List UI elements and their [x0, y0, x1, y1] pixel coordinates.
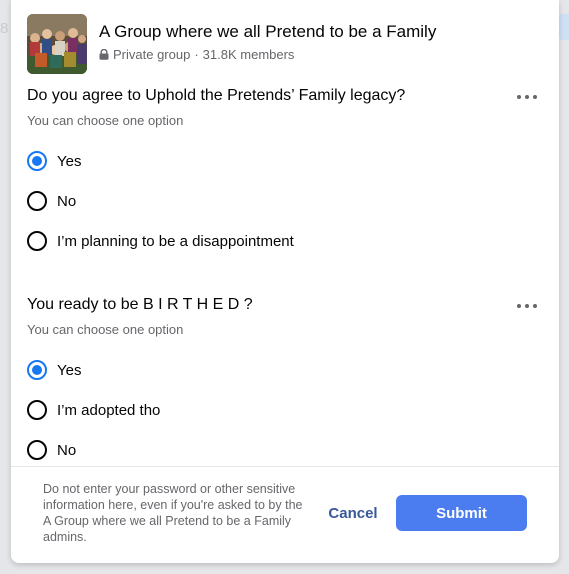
- option-label: Yes: [57, 152, 82, 170]
- option-no[interactable]: No: [27, 437, 76, 463]
- background-peek-button: [559, 14, 569, 40]
- option-label: I’m adopted tho: [57, 401, 161, 419]
- lock-icon: [99, 49, 109, 60]
- option-label: I’m planning to be a disappointment: [57, 232, 294, 250]
- option-yes[interactable]: Yes: [27, 357, 81, 383]
- meta-separator: ·: [194, 47, 199, 62]
- privacy-label: Private group: [113, 47, 191, 62]
- member-count: 31.8K members: [202, 47, 295, 62]
- group-cover-thumbnail: [27, 14, 87, 74]
- dialog-footer: Do not enter your password or other sens…: [11, 466, 559, 563]
- more-options-icon[interactable]: [517, 300, 537, 312]
- submit-button[interactable]: Submit: [396, 495, 527, 531]
- group-meta: Private group · 31.8K members: [99, 47, 294, 62]
- more-options-icon[interactable]: [517, 91, 537, 103]
- cancel-button[interactable]: Cancel: [319, 495, 387, 531]
- radio-unchecked-icon[interactable]: [27, 400, 47, 420]
- option-label: No: [57, 192, 77, 210]
- question-title: You ready to be B I R T H E D ?: [27, 296, 253, 313]
- question-title: Do you agree to Uphold the Pretends’ Fam…: [27, 87, 406, 104]
- option-label: Yes: [57, 361, 82, 379]
- question-subtitle: You can choose one option: [27, 113, 184, 128]
- radio-checked-icon[interactable]: [27, 360, 47, 380]
- option-disappointment[interactable]: I’m planning to be a disappointment: [27, 228, 294, 254]
- option-label: No: [57, 441, 77, 459]
- option-yes[interactable]: Yes: [27, 148, 81, 174]
- radio-unchecked-icon[interactable]: [27, 191, 47, 211]
- radio-unchecked-icon[interactable]: [27, 440, 47, 460]
- radio-checked-icon[interactable]: [27, 151, 47, 171]
- group-name[interactable]: A Group where we all Pretend to be a Fam…: [99, 22, 436, 42]
- question-2: You ready to be B I R T H E D ? You can …: [27, 296, 547, 466]
- option-adopted[interactable]: I’m adopted tho: [27, 397, 160, 423]
- question-1: Do you agree to Uphold the Pretends’ Fam…: [27, 87, 547, 257]
- option-no[interactable]: No: [27, 188, 76, 214]
- security-disclaimer: Do not enter your password or other sens…: [43, 482, 303, 544]
- radio-unchecked-icon[interactable]: [27, 231, 47, 251]
- membership-questions-dialog: A Group where we all Pretend to be a Fam…: [11, 0, 559, 563]
- question-subtitle: You can choose one option: [27, 322, 184, 337]
